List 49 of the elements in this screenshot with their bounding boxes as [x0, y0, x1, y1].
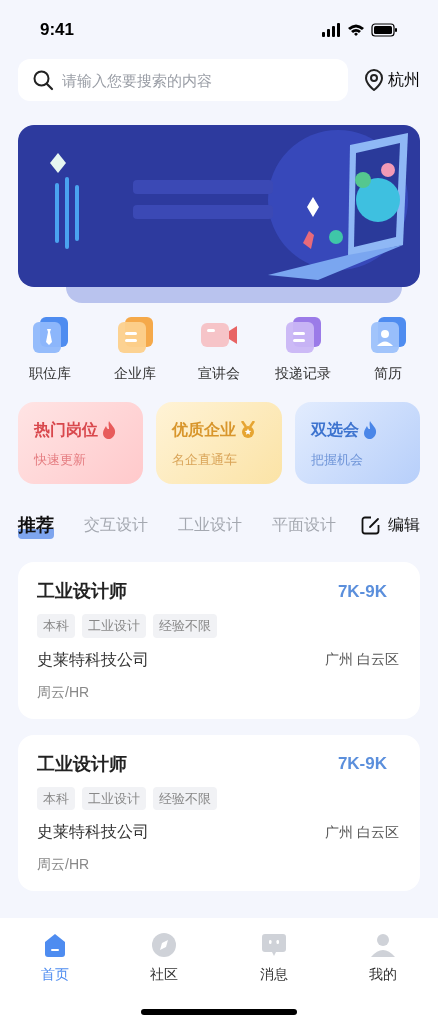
shortcut-label[interactable]: 职位库 [29, 363, 72, 384]
company-name: 史莱特科技公司 [37, 649, 149, 670]
job-tag: 工业设计 [82, 786, 146, 810]
tie-card-icon [30, 315, 71, 355]
job-tag: 本科 [37, 786, 75, 810]
job-tag: 经验不限 [153, 614, 217, 638]
medal-icon [240, 421, 257, 439]
person-icon [370, 932, 397, 958]
job-tag: 工业设计 [82, 614, 146, 638]
job-title: 工业设计师 [37, 752, 127, 776]
promo-subtitle: 名企直通车 [172, 451, 239, 469]
search-field[interactable]: 请输入您要搜索的内容 [18, 59, 348, 101]
recruiter-name: 周云/HR [37, 855, 91, 874]
chat-bubble-icon [260, 932, 287, 958]
city-selector[interactable]: 杭州 [388, 68, 420, 92]
job-tag: 本科 [37, 614, 75, 638]
edit-icon [361, 515, 380, 535]
job-tag: 经验不限 [153, 786, 217, 810]
status-time: 9:41 [40, 18, 75, 41]
job-location: 广州 白云区 [325, 822, 399, 842]
recruiter-name: 周云/HR [37, 682, 91, 702]
search-icon [32, 69, 54, 91]
salary: 7K-9K [337, 753, 387, 776]
nav-tab[interactable]: 消息 [219, 932, 329, 985]
edit-button[interactable]: 编辑 [361, 513, 420, 537]
company-name: 史莱特科技公司 [37, 822, 149, 842]
salary: 7K-9K [337, 580, 387, 603]
shortcut-label[interactable]: 宣讲会 [198, 363, 240, 384]
location-pin-icon [364, 69, 384, 91]
shortcut-label[interactable]: 投递记录 [275, 363, 332, 384]
promo-title: 优质企业 [172, 420, 237, 440]
compass-icon [151, 932, 178, 958]
nav-tab[interactable]: 首页 [0, 932, 110, 985]
promo-subtitle: 把握机会 [310, 451, 364, 469]
promo-subtitle: 快速更新 [34, 451, 87, 469]
flame-icon [102, 421, 116, 439]
job-location: 广州 白云区 [325, 650, 399, 669]
document-icon [283, 315, 324, 355]
job-card[interactable]: 工业设计师 7K-9K 本科 工业设计 经验不限 史莱特科技公司 广州 白云区 周云/HR [18, 734, 420, 891]
nav-tab[interactable]: 我的 [328, 932, 438, 985]
nav-tab[interactable]: 社区 [109, 932, 219, 985]
promo-card[interactable]: 双选会 把握机会 [294, 402, 420, 484]
promo-title: 热门岗位 [34, 420, 98, 440]
shortcut-label[interactable]: 企业库 [113, 363, 156, 384]
job-card[interactable]: 工业设计师 7K-9K 本科 工业设计 经验不限 史莱特科技公司 广州 白云区 周云/HR [18, 562, 420, 719]
promo-title: 双选会 [310, 420, 359, 440]
flame-icon [362, 421, 377, 439]
job-title: 工业设计师 [37, 580, 127, 603]
shortcut-label[interactable]: 简历 [373, 363, 402, 384]
